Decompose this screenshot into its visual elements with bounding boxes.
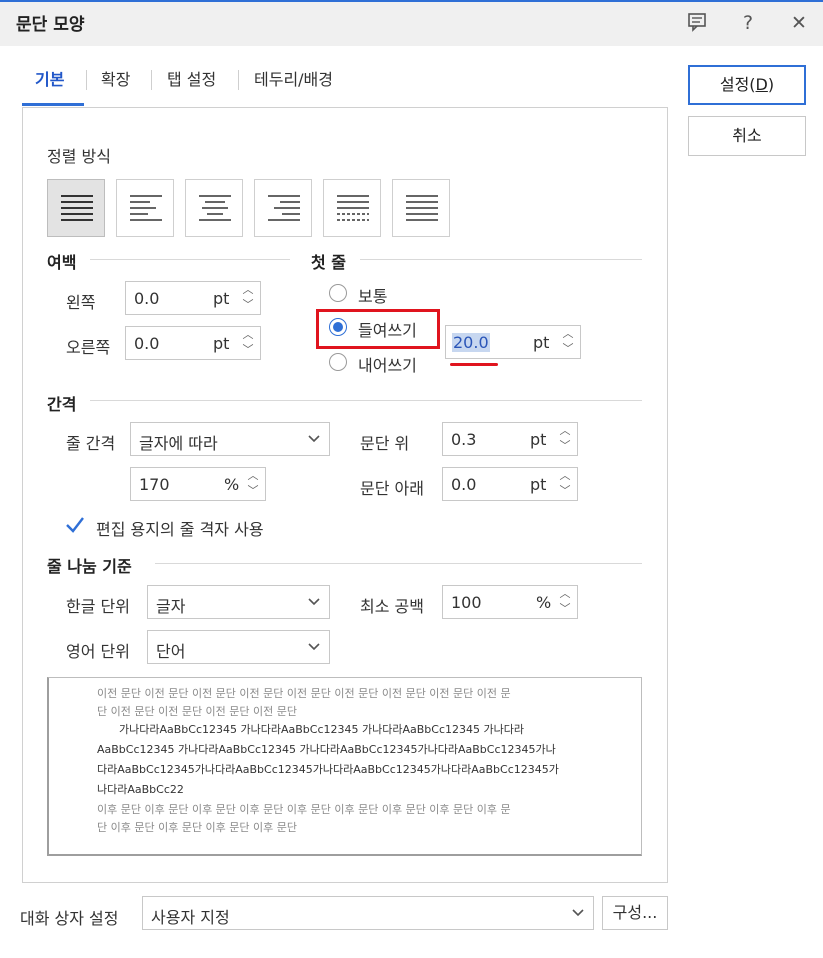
first-line-normal-label: 보통 [358,287,388,306]
spin-up-icon[interactable]: ︿ [555,586,575,601]
preview-body-line: 다라AaBbCc12345가나다라AaBbCc12345가나다라AaBbCc12… [97,763,559,776]
line-grid-checkbox[interactable] [65,515,85,535]
margin-left-label: 왼쪽 [66,293,96,312]
chevron-down-icon [308,643,320,651]
align-justify-icon [61,195,93,221]
line-spacing-mode-select[interactable]: 글자에 따라 [130,422,330,456]
spin-up-icon[interactable]: ︿ [555,423,575,438]
spin-down-icon[interactable]: ﹀ [555,601,575,616]
preview-prev-line: 이전 문단 이전 문단 이전 문단 이전 문단 이전 문단 이전 문단 이전 문… [97,687,511,700]
spin-up-icon[interactable]: ︿ [555,468,575,483]
para-below-stepper[interactable]: ︿ ﹀ [555,468,577,500]
align-distribute-button[interactable] [323,179,381,237]
min-space-field[interactable]: 100 % ︿ ﹀ [442,585,578,619]
highlight-box [316,309,440,349]
margin-right-field[interactable]: 0.0 pt ︿ ﹀ [125,326,261,360]
first-line-normal-radio[interactable] [329,284,347,302]
margin-left-stepper[interactable]: ︿ ﹀ [238,282,260,314]
tab-extended[interactable]: 확장 [101,66,130,90]
paragraph-preview: 이전 문단 이전 문단 이전 문단 이전 문단 이전 문단 이전 문단 이전 문… [47,677,642,856]
line-grid-label: 편집 용지의 줄 격자 사용 [96,520,264,539]
spin-down-icon[interactable]: ﹀ [555,438,575,453]
preview-next-line: 이후 문단 이후 문단 이후 문단 이후 문단 이후 문단 이후 문단 이후 문… [97,803,511,816]
tab-separator [151,70,152,90]
ok-button[interactable]: 설정(D) [688,65,806,105]
spacing-title: 간격 [47,395,77,414]
align-left-icon [130,195,162,221]
spin-down-icon[interactable]: ﹀ [238,297,258,312]
korean-unit-label: 한글 단위 [66,597,130,616]
para-above-field[interactable]: 0.3 pt ︿ ﹀ [442,422,578,456]
spin-up-icon[interactable]: ︿ [558,326,578,341]
align-divide-button[interactable] [392,179,450,237]
para-below-label: 문단 아래 [360,479,424,498]
highlight-underline [450,363,498,366]
align-center-icon [199,195,231,221]
min-space-label: 최소 공백 [360,597,424,616]
align-right-icon [268,195,300,221]
preview-body-line: AaBbCc12345 가나다라AaBbCc12345 가나다라AaBbCc12… [97,743,556,756]
korean-unit-select[interactable]: 글자 [147,585,330,619]
active-tab-indicator [22,103,84,106]
spin-up-icon[interactable]: ︿ [238,282,258,297]
align-left-button[interactable] [116,179,174,237]
spin-down-icon[interactable]: ﹀ [555,483,575,498]
cancel-button[interactable]: 취소 [688,116,806,156]
chevron-down-icon [572,909,584,917]
para-above-stepper[interactable]: ︿ ﹀ [555,423,577,455]
align-right-button[interactable] [254,179,312,237]
tab-basic[interactable]: 기본 [35,66,64,90]
chevron-down-icon [308,435,320,443]
help-icon[interactable]: ? [735,10,761,36]
tab-tab-settings[interactable]: 탭 설정 [167,66,216,90]
first-line-outdent-radio[interactable] [329,353,347,371]
first-line-title: 첫 줄 [311,253,347,272]
close-icon[interactable]: ✕ [786,10,812,36]
first-line-stepper[interactable]: ︿ ﹀ [558,326,580,358]
spin-up-icon[interactable]: ︿ [243,468,263,483]
line-spacing-label: 줄 간격 [66,434,116,453]
spin-up-icon[interactable]: ︿ [238,327,258,342]
tab-separator [86,70,87,90]
window-title: 문단 모양 [16,15,85,35]
spin-down-icon[interactable]: ﹀ [238,342,258,357]
preview-next-line: 단 이후 문단 이후 문단 이후 문단 이후 문단 [97,821,298,834]
margin-right-label: 오른쪽 [66,338,111,357]
margin-left-field[interactable]: 0.0 pt ︿ ﹀ [125,281,261,315]
tab-border-background[interactable]: 테두리/배경 [254,66,333,90]
divider [90,400,642,401]
margin-title: 여백 [47,253,77,272]
english-unit-select[interactable]: 단어 [147,630,330,664]
first-line-value-field[interactable]: 20.0 pt ︿ ﹀ [445,325,581,359]
para-above-label: 문단 위 [360,434,410,453]
divider [90,259,290,260]
line-break-title: 줄 나눔 기준 [47,557,132,576]
comment-icon[interactable] [684,10,710,36]
divider [155,563,642,564]
para-below-field[interactable]: 0.0 pt ︿ ﹀ [442,467,578,501]
tab-separator [238,70,239,90]
chevron-down-icon [308,598,320,606]
dialog-settings-select[interactable]: 사용자 지정 [142,896,594,930]
spin-down-icon[interactable]: ﹀ [558,341,578,356]
align-justify-button[interactable] [47,179,105,237]
alignment-title: 정렬 방식 [47,147,111,166]
align-center-button[interactable] [185,179,243,237]
line-spacing-stepper[interactable]: ︿ ﹀ [243,468,265,500]
preview-prev-line: 단 이전 문단 이전 문단 이전 문단 이전 문단 [97,705,298,718]
min-space-stepper[interactable]: ︿ ﹀ [555,586,577,618]
dialog-settings-label: 대화 상자 설정 [20,909,119,928]
margin-right-stepper[interactable]: ︿ ﹀ [238,327,260,359]
line-spacing-value-field[interactable]: 170 % ︿ ﹀ [130,467,266,501]
align-distribute-icon [337,195,369,221]
english-unit-label: 영어 단위 [66,642,130,661]
align-divide-icon [406,195,438,221]
first-line-outdent-label: 내어쓰기 [358,356,417,375]
spin-down-icon[interactable]: ﹀ [243,483,263,498]
preview-body-line: 나다라AaBbCc22 [97,783,184,796]
divider [360,259,642,260]
preview-body-line: 가나다라AaBbCc12345 가나다라AaBbCc12345 가나다라AaBb… [119,723,524,736]
configure-button[interactable]: 구성... [602,896,668,930]
